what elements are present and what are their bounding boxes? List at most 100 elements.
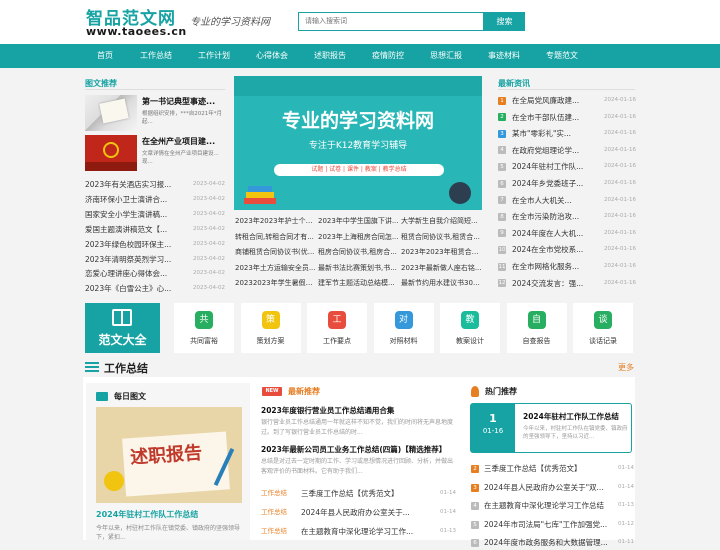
category-icon: 谈 [594, 311, 612, 329]
latest-item-link[interactable]: 在全市干部队伍建... [512, 110, 590, 125]
nav-item-thought[interactable]: 思想汇报 [416, 44, 476, 68]
rec-article-title[interactable]: 2023年最新公司员工业务工作总结(四篇)【精选推荐】 [261, 444, 457, 455]
article-thumbnail[interactable] [85, 135, 137, 171]
category-item[interactable]: 共共同富裕 [174, 303, 234, 353]
hot-item-link[interactable]: 2024年市司法局"七库"工作加强党... [484, 517, 608, 532]
mid-link[interactable]: 最新节约用水建议书300... [401, 276, 484, 291]
main-nav: 首页 工作总结 工作计划 心得体会 述职报告 疫情防控 思想汇报 事迹材料 专题… [0, 44, 720, 68]
latest-item-link[interactable]: 2024年乡党委班子... [512, 176, 590, 191]
mid-link[interactable]: 20232023年学生暑假调... [235, 276, 318, 291]
latest-item-link[interactable]: 在政府党组理论学... [512, 143, 590, 158]
latest-item-link[interactable]: 2024在全市党校系... [512, 242, 590, 257]
category-label: 教案设计 [456, 337, 484, 345]
more-link[interactable]: 更多 [618, 362, 634, 373]
category-icon: 自 [527, 311, 546, 329]
list-item-link[interactable]: 2023年清明祭英烈学习... [85, 252, 189, 267]
list-item-link[interactable]: 爱国主题演讲稿范文【... [85, 222, 189, 237]
rank-badge: 11 [498, 262, 506, 271]
nav-item-work-plan[interactable]: 工作计划 [184, 44, 244, 68]
rank-badge: 9 [498, 229, 506, 238]
list-item-date: 2023-04-02 [193, 210, 225, 217]
tag-row-link[interactable]: 在主题教育中深化理论学习工作... [301, 524, 433, 539]
mid-link[interactable]: 建军节主题活动总结模... [318, 276, 401, 291]
search-input[interactable] [298, 12, 484, 31]
list-item-link[interactable]: 2023年有关酒店实习报... [85, 177, 189, 192]
nav-item-experience[interactable]: 心得体会 [242, 44, 302, 68]
category-icon: 对 [394, 311, 413, 329]
category-tag[interactable]: 工作总结 [261, 506, 287, 518]
category-item[interactable]: 自自查报告 [506, 303, 567, 353]
hot-item-link[interactable]: 三季度工作总结【优秀范文】 [484, 461, 608, 476]
mid-link[interactable]: 2023年2023年租赁合同... [401, 245, 484, 260]
list-item-date: 2023-04-02 [193, 181, 225, 187]
mid-link[interactable]: 租赁合同协议书,租赁合... [401, 230, 484, 245]
list-item-link[interactable]: 济南环保小卫士演讲合... [85, 192, 189, 207]
latest-item-link[interactable]: 某市"零彩礼"实... [512, 126, 590, 141]
latest-item-date: 2024-01-16 [604, 246, 636, 253]
rank-badge: 8 [498, 212, 506, 221]
category-label: 工作要点 [323, 337, 351, 345]
category-tag[interactable]: 工作总结 [261, 487, 287, 499]
list-item-link[interactable]: 2023年绿色校园环保主... [85, 237, 189, 252]
mid-link[interactable]: 最新书法比赛策划书,书... [318, 261, 401, 276]
rank-badge: 5 [471, 520, 479, 529]
list-item-link[interactable]: 恋爱心理讲座心得体会... [85, 266, 189, 281]
hero-banner[interactable]: 专业的学习资料网 专注于K12教育学习辅导 试题 | 试卷 | 课件 | 教案 … [234, 76, 482, 210]
nav-item-work-summary[interactable]: 工作总结 [126, 44, 186, 68]
all-templates-block[interactable]: 范文大全 [85, 303, 160, 353]
article-thumbnail[interactable] [85, 95, 137, 131]
search-button[interactable]: 搜索 [484, 12, 525, 31]
mid-link[interactable]: 2023年最新做人座右铭... [401, 261, 484, 276]
hot-top-card[interactable]: 1 01-16 2024年驻村工作队工作总结 今年以来，村驻村工作队在镇党委、镇… [470, 403, 632, 453]
category-label: 对照材料 [389, 337, 418, 345]
mid-link[interactable]: 2023年土方运输安全员... [235, 261, 318, 276]
hot-item-link[interactable]: 在主题教育中深化理论学习工作总结 [484, 498, 608, 513]
latest-item-date: 2024-01-16 [604, 196, 636, 203]
daily-article-title[interactable]: 2024年驻村工作队工作总结 [96, 509, 242, 520]
mid-link[interactable]: 大学新生自我介绍简短... [401, 214, 484, 229]
mid-link[interactable]: 2023年中学生国旗下讲... [318, 214, 401, 229]
category-icon: 策 [261, 311, 280, 329]
nav-item-topics[interactable]: 专题范文 [532, 44, 592, 68]
mid-link[interactable]: 转租合同,转租合同才有... [235, 230, 318, 245]
pic-rec-item-title[interactable]: 第一书记典型事迹... [142, 96, 226, 107]
latest-item-link[interactable]: 在全局党风廉政建... [512, 93, 590, 108]
latest-item-link[interactable]: 2024年度在人大机... [512, 226, 590, 241]
list-item-link[interactable]: 2023年《白雪公主》心... [85, 281, 189, 296]
list-item-date: 2023-04-02 [193, 225, 225, 232]
daily-image[interactable]: 述职报告 [96, 407, 242, 503]
rank-badge: 6 [498, 179, 506, 188]
category-item[interactable]: 对对照材料 [373, 303, 434, 353]
rec-article-desc: 银行营业员工作总结通用一年就这样不知不觉，我们的时间将无声息地度过。到了写银行营… [261, 419, 454, 436]
tag-row-link[interactable]: 三季度工作总结【优秀范文】 [301, 486, 433, 501]
nav-item-report[interactable]: 述职报告 [300, 44, 360, 68]
hot-item-link[interactable]: 2024年县人民政府办公室关于"双... [484, 480, 608, 495]
mid-link[interactable]: 商铺租赁合同协议书(优... [235, 245, 318, 260]
site-domain: www.taoees.cn [86, 25, 187, 38]
list-item-date: 2023-04-02 [193, 285, 225, 292]
category-item[interactable]: 策策划方案 [240, 303, 301, 353]
nav-item-epidemic[interactable]: 疫情防控 [358, 44, 418, 68]
pic-rec-item-title[interactable]: 在全州产业项目建... [142, 136, 226, 147]
rec-article-title[interactable]: 2023年度银行营业员工作总结通用合集 [261, 405, 457, 416]
mid-link[interactable]: 租房合同协议书,租房合... [318, 245, 401, 260]
latest-item-link[interactable]: 在全市人大机关... [512, 193, 590, 208]
mid-link[interactable]: 2023年上海租房合同怎... [318, 230, 401, 245]
hot-top-date: 1 01-16 [471, 404, 515, 452]
category-item[interactable]: 工工作要点 [307, 303, 367, 353]
latest-item-link[interactable]: 在全市污染防治攻... [512, 209, 590, 224]
nav-item-deeds[interactable]: 事迹材料 [474, 44, 534, 68]
mid-link[interactable]: 2023年2023年护士个人... [235, 214, 318, 229]
latest-item-date: 2024-01-16 [604, 97, 636, 103]
category-item[interactable]: 教教案设计 [440, 303, 500, 353]
latest-item-link[interactable]: 2024年驻村工作队... [512, 159, 590, 174]
latest-item-link[interactable]: 2024交流发言：强... [512, 276, 590, 291]
tag-row-link[interactable]: 2024年县人民政府办公室关于... [301, 505, 433, 520]
hot-item-date: 01-14 [618, 465, 634, 471]
category-tag[interactable]: 工作总结 [261, 525, 287, 537]
hot-item-link[interactable]: 2024年度市政务服务和大数据管理... [484, 535, 608, 550]
latest-item-link[interactable]: 在全市网格化服务... [512, 259, 590, 274]
category-label: 谈话记录 [589, 337, 617, 345]
list-item-link[interactable]: 国家安全小学生演讲稿... [85, 207, 189, 222]
category-item[interactable]: 谈谈话记录 [573, 303, 633, 353]
